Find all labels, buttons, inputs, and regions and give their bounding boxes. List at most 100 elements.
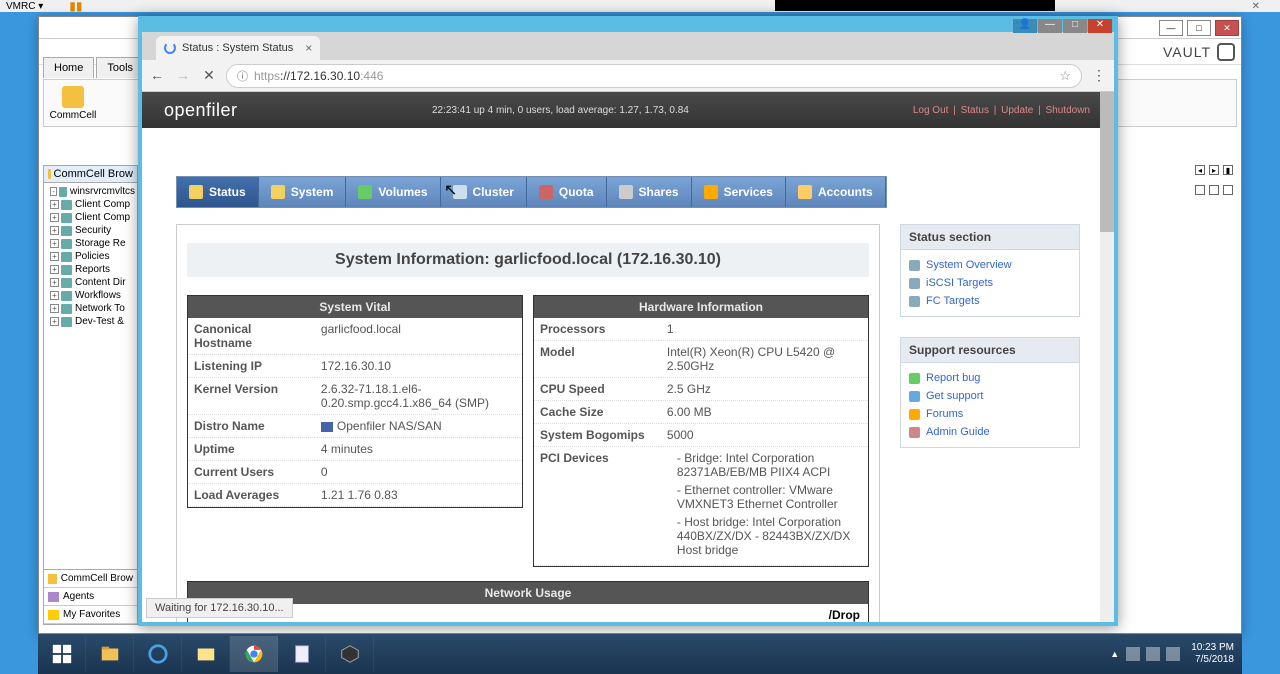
taskbar-explorer-window[interactable] (182, 636, 230, 672)
tree-item[interactable]: +Dev-Test & (44, 315, 137, 328)
status-section-box: Status section System Overview iSCSI Tar… (900, 224, 1080, 317)
folder-icon (48, 169, 51, 179)
services-icon (704, 185, 718, 199)
volumes-icon (358, 185, 372, 199)
system-icon (271, 185, 285, 199)
header-links: Log Out | Status | Update | Shutdown (911, 105, 1092, 116)
host-minimize-button[interactable]: — (1159, 20, 1183, 36)
side-link-admin-guide[interactable]: Admin Guide (909, 423, 1071, 441)
openfiler-logo: openfiler (164, 100, 238, 121)
start-button[interactable] (38, 636, 86, 672)
tree-item[interactable]: +Client Comp (44, 198, 137, 211)
quota-icon (539, 185, 553, 199)
pane-btn-2[interactable] (1209, 185, 1219, 195)
host-tab-tools[interactable]: Tools (96, 57, 144, 78)
link-logout[interactable]: Log Out (913, 105, 949, 116)
side-link-system-overview[interactable]: System Overview (909, 256, 1071, 274)
tree-item[interactable]: -winsrvrcmvltcs (44, 185, 137, 198)
loading-spinner-icon (164, 42, 176, 54)
distro-flag-icon (321, 422, 333, 432)
main-nav: Status System Volumes Cluster Quota Shar… (176, 176, 887, 208)
taskbar-ie[interactable] (134, 636, 182, 672)
commcell-icon (62, 86, 84, 108)
tree-item[interactable]: +Content Dir (44, 276, 137, 289)
taskbar-chrome[interactable] (230, 636, 278, 672)
taskbar-app[interactable] (326, 636, 374, 672)
panel-agents[interactable]: Agents (44, 588, 137, 606)
nav-accounts[interactable]: Accounts (786, 177, 886, 207)
toolbar-commcell[interactable]: CommCell (48, 86, 98, 121)
pane-btn-3[interactable] (1223, 185, 1233, 195)
stop-reload-button[interactable]: ✕ (200, 67, 218, 85)
side-link-get-support[interactable]: Get support (909, 387, 1071, 405)
hardware-info-table: Hardware Information Processors1 ModelIn… (533, 295, 869, 567)
nav-end-icon[interactable]: ▮ (1223, 165, 1233, 175)
nav-status[interactable]: Status (177, 177, 259, 207)
vmrc-overlay (775, 0, 1055, 11)
url-text: https://172.16.30.10:446 (254, 69, 383, 83)
chrome-maximize-button[interactable]: □ (1063, 19, 1087, 33)
browser-tab[interactable]: Status : System Status × (156, 36, 320, 60)
nav-next-icon[interactable]: ▸ (1209, 165, 1219, 175)
nav-volumes[interactable]: Volumes (346, 177, 440, 207)
link-shutdown[interactable]: Shutdown (1046, 105, 1090, 116)
commvault-logo-badge (1217, 43, 1235, 61)
chrome-close-button[interactable]: ✕ (1088, 19, 1112, 33)
shares-icon (619, 185, 633, 199)
host-close-button[interactable]: ✕ (1215, 20, 1239, 36)
system-info-title: System Information: garlicfood.local (17… (187, 243, 869, 277)
chrome-minimize-button[interactable]: — (1038, 19, 1062, 33)
tray-icon[interactable] (1126, 647, 1140, 661)
side-link-report-bug[interactable]: Report bug (909, 369, 1071, 387)
side-link-iscsi[interactable]: iSCSI Targets (909, 274, 1071, 292)
commcell-tree: CommCell Brow -winsrvrcmvltcs +Client Co… (43, 165, 138, 573)
nav-cluster[interactable]: Cluster (441, 177, 527, 207)
tree-item[interactable]: +Policies (44, 250, 137, 263)
host-tab-home[interactable]: Home (43, 57, 94, 78)
chrome-menu-button[interactable]: ⋮ (1090, 67, 1108, 84)
forward-button: → (174, 67, 192, 85)
system-clock[interactable]: 10:23 PM 7/5/2018 (1191, 642, 1234, 666)
nav-system[interactable]: System (259, 177, 347, 207)
nav-shares[interactable]: Shares (607, 177, 692, 207)
chrome-profile-button[interactable]: 👤 (1013, 19, 1037, 33)
status-icon (189, 185, 203, 199)
page-content: openfiler 22:23:41 up 4 min, 0 users, lo… (142, 92, 1114, 622)
link-update[interactable]: Update (1001, 105, 1033, 116)
nav-services[interactable]: Services (692, 177, 786, 207)
browser-status-bar: Waiting for 172.16.30.10... (146, 598, 293, 618)
tab-close-icon[interactable]: × (305, 41, 312, 55)
taskbar-notepad[interactable] (278, 636, 326, 672)
tray-show-hidden-icon[interactable]: ▲ (1110, 649, 1119, 659)
site-info-icon[interactable]: ⓘ (237, 68, 248, 84)
pane-btn-1[interactable] (1195, 185, 1205, 195)
vmrc-close[interactable]: ✕ (1252, 1, 1260, 12)
chrome-window: 👤 — □ ✕ Status : System Status × ← → ✕ ⓘ… (138, 16, 1118, 626)
tree-item[interactable]: +Security (44, 224, 137, 237)
address-bar[interactable]: ⓘ https://172.16.30.10:446 ☆ (226, 64, 1082, 88)
commvault-logo: VAULT (1163, 43, 1235, 61)
nav-quota[interactable]: Quota (527, 177, 607, 207)
tray-icon[interactable] (1166, 647, 1180, 661)
windows-taskbar: ▲ 10:23 PM 7/5/2018 (38, 634, 1242, 674)
side-link-forums[interactable]: Forums (909, 405, 1071, 423)
accounts-icon (798, 185, 812, 199)
bookmark-star-icon[interactable]: ☆ (1059, 68, 1071, 84)
taskbar-file-explorer[interactable] (86, 636, 134, 672)
tray-icon[interactable] (1146, 647, 1160, 661)
back-button[interactable]: ← (148, 67, 166, 85)
tree-item[interactable]: +Reports (44, 263, 137, 276)
tree-item[interactable]: +Client Comp (44, 211, 137, 224)
side-link-fc[interactable]: FC Targets (909, 292, 1071, 310)
vmrc-menu[interactable]: VMRC ▾ (6, 1, 43, 12)
panel-favorites[interactable]: My Favorites (44, 606, 137, 624)
tree-item[interactable]: +Storage Re (44, 237, 137, 250)
nav-prev-icon[interactable]: ◂ (1195, 165, 1205, 175)
tree-item[interactable]: +Network To (44, 302, 137, 315)
scrollbar-thumb[interactable] (1100, 92, 1114, 232)
link-status[interactable]: Status (961, 105, 989, 116)
tree-item[interactable]: +Workflows (44, 289, 137, 302)
panel-commcell-browser[interactable]: CommCell Brow (44, 570, 137, 588)
host-maximize-button[interactable]: □ (1187, 20, 1211, 36)
cluster-icon (453, 185, 467, 199)
